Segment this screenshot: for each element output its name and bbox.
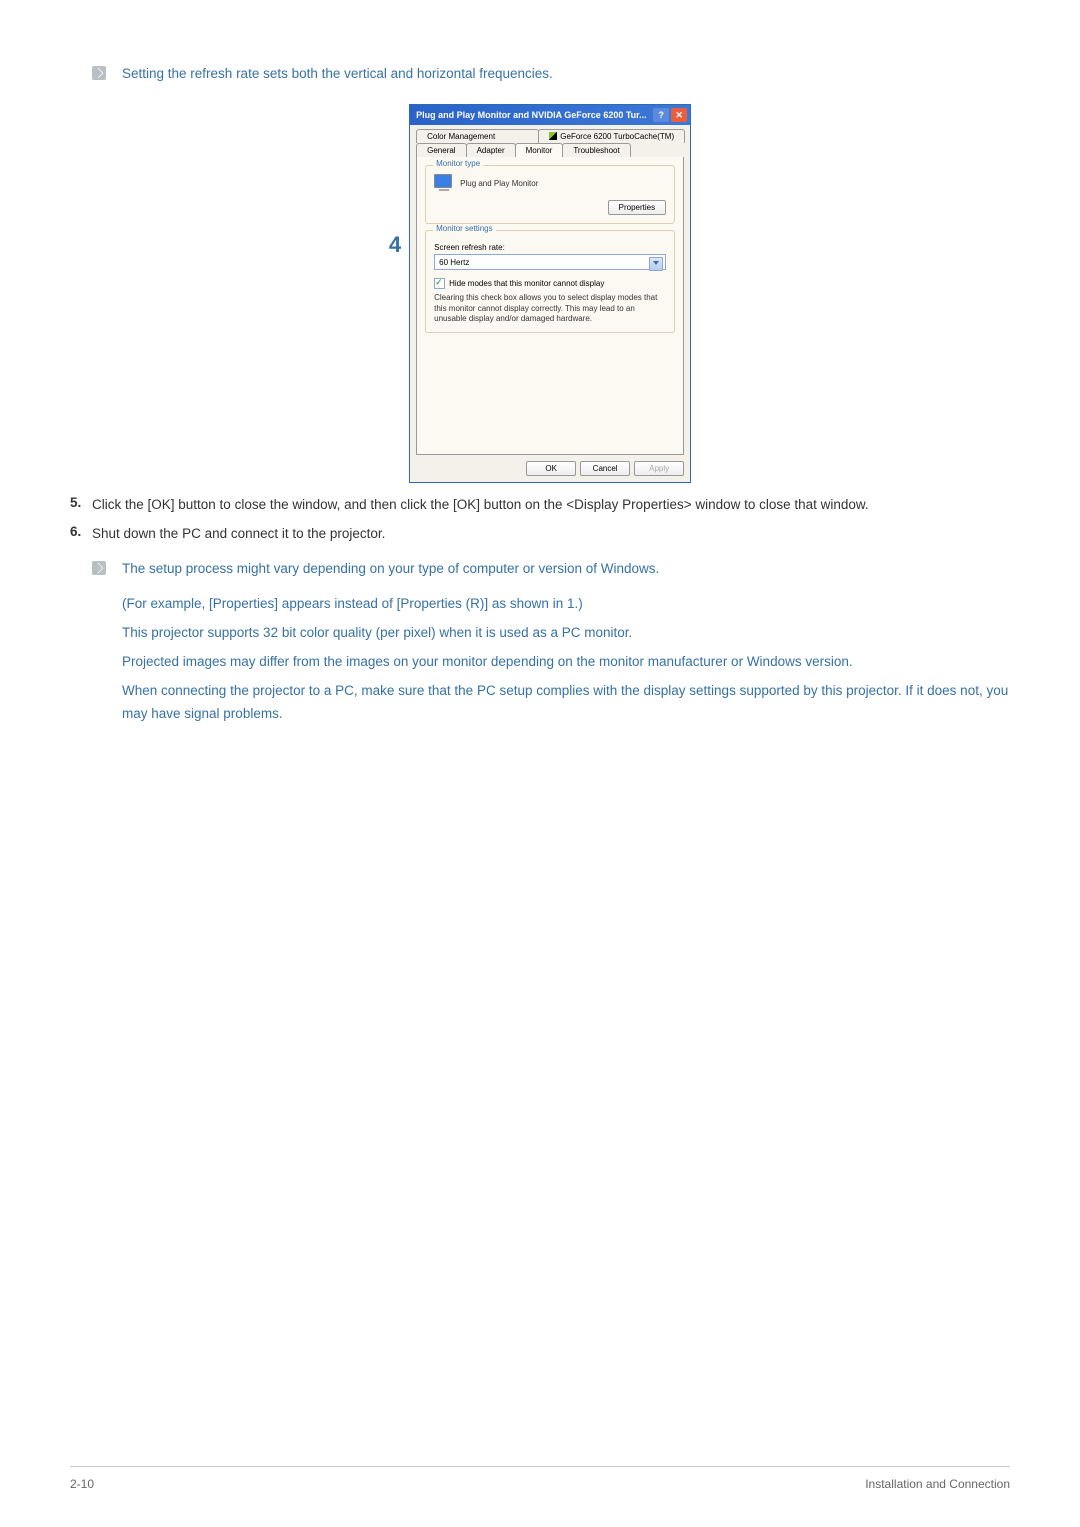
step-5-text: Click the [OK] button to close the windo…: [92, 495, 869, 516]
note-icon: [92, 66, 106, 80]
hide-modes-checkbox[interactable]: [434, 278, 445, 289]
chevron-down-icon: [653, 261, 659, 265]
monitor-icon: [434, 174, 454, 192]
step-5-marker: 5.: [70, 495, 92, 516]
hide-modes-description: Clearing this check box allows you to se…: [434, 293, 666, 324]
tab-general[interactable]: General: [416, 143, 466, 157]
monitor-name: Plug and Play Monitor: [460, 179, 538, 188]
note-text-top: Setting the refresh rate sets both the v…: [122, 64, 553, 84]
refresh-rate-dropdown[interactable]: 60 Hertz: [434, 254, 666, 270]
monitor-type-legend: Monitor type: [433, 159, 483, 168]
note2-line-3: Projected images may differ from the ima…: [122, 651, 1010, 674]
step-6-text: Shut down the PC and connect it to the p…: [92, 524, 385, 545]
step-number-4: 4: [389, 232, 401, 258]
tab-color-management[interactable]: Color Management: [416, 129, 539, 143]
cancel-button[interactable]: Cancel: [580, 461, 630, 476]
monitor-settings-legend: Monitor settings: [433, 224, 495, 233]
footer-page-number: 2-10: [70, 1477, 94, 1491]
monitor-settings-fieldset: Monitor settings Screen refresh rate: 60…: [425, 230, 675, 333]
hide-modes-label: Hide modes that this monitor cannot disp…: [449, 279, 604, 288]
refresh-rate-label: Screen refresh rate:: [434, 243, 666, 252]
apply-button[interactable]: Apply: [634, 461, 684, 476]
note2-line-2: This projector supports 32 bit color qua…: [122, 622, 1010, 645]
step-6-marker: 6.: [70, 524, 92, 545]
tab-adapter[interactable]: Adapter: [466, 143, 516, 157]
ok-button[interactable]: OK: [526, 461, 576, 476]
page-footer: 2-10 Installation and Connection: [70, 1466, 1010, 1491]
tab-monitor[interactable]: Monitor: [515, 143, 564, 157]
titlebar[interactable]: Plug and Play Monitor and NVIDIA GeForce…: [410, 105, 690, 125]
nvidia-icon: [549, 132, 557, 140]
monitor-type-fieldset: Monitor type Plug and Play Monitor Prope…: [425, 165, 675, 224]
properties-button[interactable]: Properties: [608, 200, 666, 215]
note2-first-line: The setup process might vary depending o…: [122, 559, 659, 579]
note2-block: (For example, [Properties] appears inste…: [122, 593, 1010, 726]
properties-dialog: Plug and Play Monitor and NVIDIA GeForce…: [409, 104, 691, 483]
dialog-title: Plug and Play Monitor and NVIDIA GeForce…: [416, 110, 651, 120]
help-icon[interactable]: ?: [653, 108, 669, 122]
tab-geforce-label: GeForce 6200 TurboCache(TM): [560, 132, 674, 141]
tab-troubleshoot[interactable]: Troubleshoot: [562, 143, 630, 157]
note2-line-4: When connecting the projector to a PC, m…: [122, 680, 1010, 726]
footer-section-title: Installation and Connection: [865, 1477, 1010, 1491]
refresh-rate-value: 60 Hertz: [439, 258, 469, 267]
close-icon[interactable]: ✕: [671, 108, 687, 122]
tab-geforce[interactable]: GeForce 6200 TurboCache(TM): [538, 129, 685, 143]
note-icon: [92, 561, 106, 575]
note2-line-1: (For example, [Properties] appears inste…: [122, 593, 1010, 616]
